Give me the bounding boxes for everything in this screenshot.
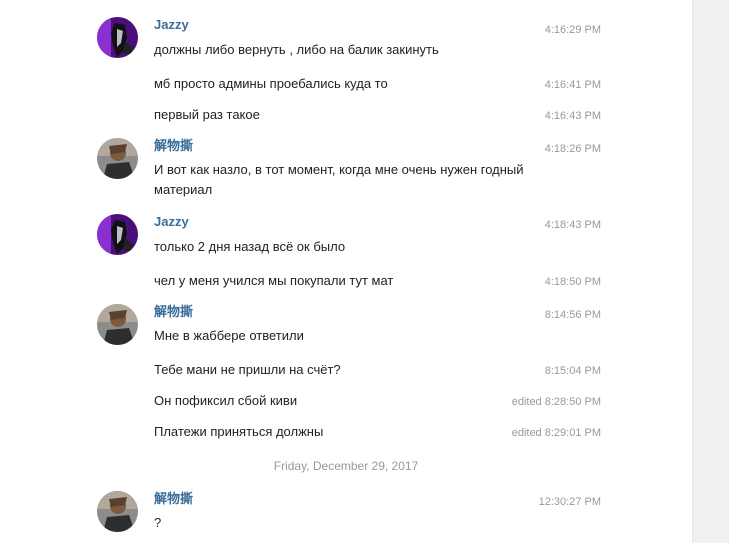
jazzy-avatar[interactable] [97,17,138,58]
message-text: только 2 дня назад всё ок было [154,239,346,254]
message-timestamp: 8:14:56 PM [544,309,601,321]
author-name[interactable]: 解物撕 [154,304,193,320]
message-text: первый раз такое [154,107,260,122]
message-timestamp: 4:16:29 PM [544,24,601,36]
message-timestamp: 4:16:43 PM [544,110,601,122]
message-text: чел у меня учился мы покупали тут мат [154,273,394,288]
message-text: ? [154,515,162,530]
chat-history[interactable]: Jazzy 4:16:29 PM должны либо вернуть , л… [0,0,692,543]
message-timestamp: 4:18:43 PM [544,219,601,231]
user-avatar[interactable] [97,138,138,179]
author-name[interactable]: Jazzy [154,17,189,33]
message-text: мб просто админы проебались куда то [154,76,388,91]
scrollbar[interactable] [692,0,729,543]
message-text: Мне в жаббере ответили [154,328,304,343]
user-avatar[interactable] [97,491,138,532]
author-name[interactable]: 解物撕 [154,138,193,154]
message-text: должны либо вернуть , либо на балик заки… [154,42,439,57]
message-timestamp: 4:18:26 PM [544,143,601,155]
message-timestamp: 12:30:27 PM [538,496,601,508]
message-timestamp: 8:15:04 PM [544,365,601,377]
author-name[interactable]: Jazzy [154,214,189,230]
author-name[interactable]: 解物撕 [154,491,193,507]
message-timestamp: 4:16:41 PM [544,79,601,91]
message-text: Платежи приняться должны [154,424,324,439]
message-text: Тебе мани не пришли на счёт? [154,362,341,377]
message-text: И вот как назло, в тот момент, когда мне… [154,162,524,197]
date-separator: Friday, December 29, 2017 [273,459,419,473]
message-text: Он пофиксил сбой киви [154,393,298,408]
jazzy-avatar[interactable] [97,214,138,255]
user-avatar[interactable] [97,304,138,345]
message-timestamp: 4:18:50 PM [544,276,601,288]
